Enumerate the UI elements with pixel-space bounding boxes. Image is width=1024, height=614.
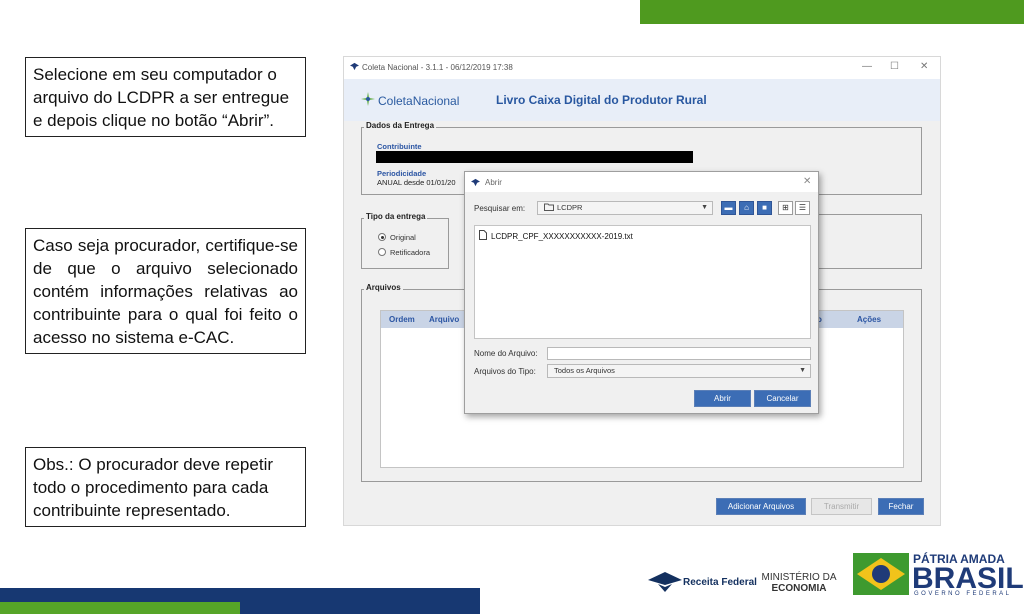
file-item[interactable]: LCDPR_CPF_XXXXXXXXXXX-2019.txt — [479, 230, 633, 241]
instruction-obs: Obs.: O procurador deve repetir todo o p… — [25, 447, 306, 527]
contribuinte-redacted — [376, 151, 693, 163]
radio-unchecked-icon — [378, 248, 386, 256]
minimize-icon[interactable]: — — [862, 61, 872, 72]
up-folder-icon[interactable]: ▬ — [721, 201, 736, 215]
receita-federal-icon — [648, 572, 682, 592]
patria-line3: GOVERNO FEDERAL — [914, 591, 1012, 597]
contribuinte-label: Contribuinte — [377, 142, 422, 151]
dialog-title: Abrir — [485, 178, 502, 187]
maximize-icon[interactable]: ☐ — [890, 61, 899, 72]
radio-original[interactable]: Original — [378, 233, 416, 242]
coleta-logo-icon — [361, 92, 375, 106]
abrir-button[interactable]: Abrir — [694, 390, 751, 407]
bottom-green-bar — [0, 602, 240, 614]
transmitir-button[interactable]: Transmitir — [811, 498, 872, 515]
fechar-button[interactable]: Fechar — [878, 498, 924, 515]
periodicidade-label: Periodicidade — [377, 169, 427, 178]
radio-original-label: Original — [390, 233, 416, 242]
window-title: Coleta Nacional - 3.1.1 - 06/12/2019 17:… — [362, 63, 513, 72]
col-ordem: Ordem — [389, 315, 415, 324]
instruction-step1: Selecione em seu computador o arquivo do… — [25, 57, 306, 137]
dialog-titlebar: Abrir ✕ — [465, 172, 818, 192]
dialog-close-icon[interactable]: ✕ — [803, 176, 811, 187]
tipo-arquivo-combo[interactable]: Todos os Arquivos ▼ — [547, 364, 811, 378]
file-list[interactable]: LCDPR_CPF_XXXXXXXXXXX-2019.txt — [474, 225, 811, 339]
tipo-arquivo-label: Arquivos do Tipo: — [474, 367, 536, 376]
app-bird-icon — [350, 62, 359, 71]
list-view-icon[interactable]: ⊞ — [778, 201, 793, 215]
coleta-logo-text: ColetaNacional — [378, 94, 460, 108]
pesquisar-label: Pesquisar em: — [474, 204, 526, 213]
ministerio-line1: MINISTÉRIO DA — [761, 572, 837, 583]
dados-entrega-legend: Dados da Entrega — [364, 121, 437, 130]
brazil-flag-icon — [853, 553, 909, 595]
pesquisar-value: LCDPR — [557, 203, 583, 212]
cancelar-button[interactable]: Cancelar — [754, 390, 811, 407]
app-header: ColetaNacional Livro Caixa Digital do Pr… — [344, 79, 940, 121]
nome-arquivo-input[interactable] — [547, 347, 811, 360]
close-icon[interactable]: ✕ — [920, 61, 928, 72]
file-name: LCDPR_CPF_XXXXXXXXXXX-2019.txt — [491, 232, 633, 241]
adicionar-arquivos-button[interactable]: Adicionar Arquivos — [716, 498, 806, 515]
new-folder-icon[interactable]: ■ — [757, 201, 772, 215]
patria-line2: BRASIL — [912, 562, 1024, 595]
receita-federal-logo-text: Receita Federal — [683, 577, 757, 588]
ministerio-logo: MINISTÉRIO DA ECONOMIA — [757, 572, 841, 594]
radio-retificadora[interactable]: Retificadora — [378, 248, 430, 257]
ministerio-line2: ECONOMIA — [771, 583, 827, 594]
tipo-entrega-group: Tipo da entrega Original Retificadora — [361, 212, 449, 269]
arquivos-legend: Arquivos — [364, 283, 403, 292]
file-icon — [479, 230, 487, 240]
abrir-dialog: Abrir ✕ Pesquisar em: LCDPR ▼ ▬ ⌂ ■ ⊞ ☰ … — [464, 171, 819, 414]
chevron-down-icon: ▼ — [701, 204, 708, 211]
pesquisar-combo[interactable]: LCDPR ▼ — [537, 201, 713, 215]
periodicidade-value: ANUAL desde 01/01/20 — [377, 178, 456, 187]
tipo-side-group — [804, 214, 922, 269]
chevron-down-icon: ▼ — [799, 367, 806, 374]
col-arquivo: Arquivo — [429, 315, 460, 324]
instruction-step2: Caso seja procurador, certifique-se de q… — [25, 228, 306, 354]
details-view-icon[interactable]: ☰ — [795, 201, 810, 215]
top-green-bar — [640, 0, 1024, 24]
col-acoes: Ações — [857, 315, 882, 324]
radio-retificadora-label: Retificadora — [390, 248, 431, 257]
tipo-arquivo-value: Todos os Arquivos — [554, 366, 615, 375]
folder-icon — [544, 203, 554, 211]
tipo-entrega-legend: Tipo da entrega — [364, 212, 428, 221]
window-titlebar: Coleta Nacional - 3.1.1 - 06/12/2019 17:… — [344, 57, 940, 79]
home-icon[interactable]: ⌂ — [739, 201, 754, 215]
radio-checked-icon — [378, 233, 386, 241]
nome-arquivo-label: Nome do Arquivo: — [474, 349, 538, 358]
dialog-bird-icon — [471, 178, 480, 187]
app-title: Livro Caixa Digital do Produtor Rural — [496, 93, 707, 107]
